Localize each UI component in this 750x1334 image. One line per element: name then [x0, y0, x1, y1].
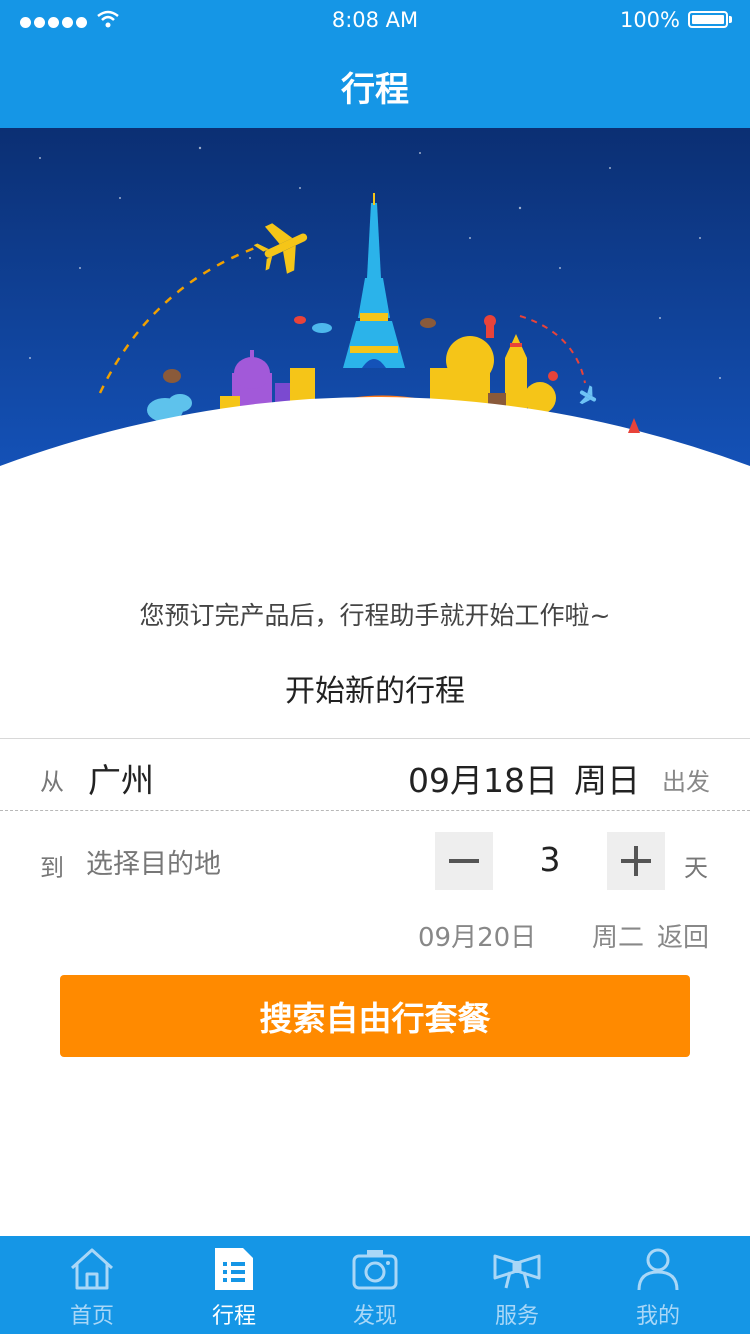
- battery-icon: [688, 11, 728, 28]
- tab-bar: 首页 行程 发现 服务 我的: [0, 1236, 750, 1334]
- itinerary-icon: [215, 1248, 253, 1290]
- to-label: 到: [40, 854, 64, 882]
- days-count: 3: [539, 840, 561, 879]
- origin-city[interactable]: 广州: [88, 754, 154, 802]
- origin-row[interactable]: 从 广州 09月18日 周日 出发: [0, 740, 750, 810]
- tab-service[interactable]: 服务: [442, 1236, 592, 1334]
- departure-date[interactable]: 09月18日: [408, 754, 558, 802]
- status-bar: 8:08 AM 100%: [0, 0, 750, 40]
- increase-days-button[interactable]: [607, 832, 665, 890]
- tab-home[interactable]: 首页: [17, 1236, 167, 1334]
- tab-itinerary[interactable]: 行程: [159, 1236, 309, 1334]
- search-packages-button[interactable]: 搜索自由行套餐: [60, 975, 690, 1057]
- home-icon: [70, 1248, 114, 1290]
- service-icon: [493, 1254, 541, 1289]
- decrease-days-button[interactable]: [435, 832, 493, 890]
- departure-weekday[interactable]: 周日: [574, 754, 640, 802]
- days-unit: 天: [684, 854, 708, 882]
- nav-bar: 行程: [0, 40, 750, 128]
- tab-discover[interactable]: 发现: [300, 1236, 450, 1334]
- minus-icon: [449, 859, 479, 863]
- section-title: 开始新的行程: [285, 674, 465, 709]
- tab-home-label: 首页: [69, 1304, 114, 1329]
- tab-service-label: 服务: [494, 1304, 539, 1329]
- camera-icon: [352, 1250, 398, 1290]
- divider: [0, 738, 750, 739]
- profile-icon: [637, 1248, 679, 1291]
- from-label: 从: [40, 768, 64, 796]
- tab-itinerary-label: 行程: [211, 1304, 256, 1329]
- battery-percent: 100%: [619, 8, 680, 32]
- tab-profile[interactable]: 我的: [583, 1236, 733, 1334]
- tab-profile-label: 我的: [635, 1304, 680, 1329]
- battery-tip: [729, 16, 732, 23]
- booking-hint: 您预订完产品后，行程助手就开始工作啦~: [139, 601, 611, 630]
- return-date: 09月20日: [418, 923, 537, 953]
- hero-illustration: [0, 128, 750, 473]
- depart-label: 出发: [662, 768, 710, 796]
- tab-discover-label: 发现: [352, 1304, 397, 1329]
- page-title: 行程: [341, 70, 409, 110]
- destination-field[interactable]: 选择目的地: [86, 842, 221, 881]
- return-label: 返回: [657, 923, 710, 953]
- divider-dashed: [0, 810, 750, 811]
- return-weekday: 周二: [592, 923, 645, 953]
